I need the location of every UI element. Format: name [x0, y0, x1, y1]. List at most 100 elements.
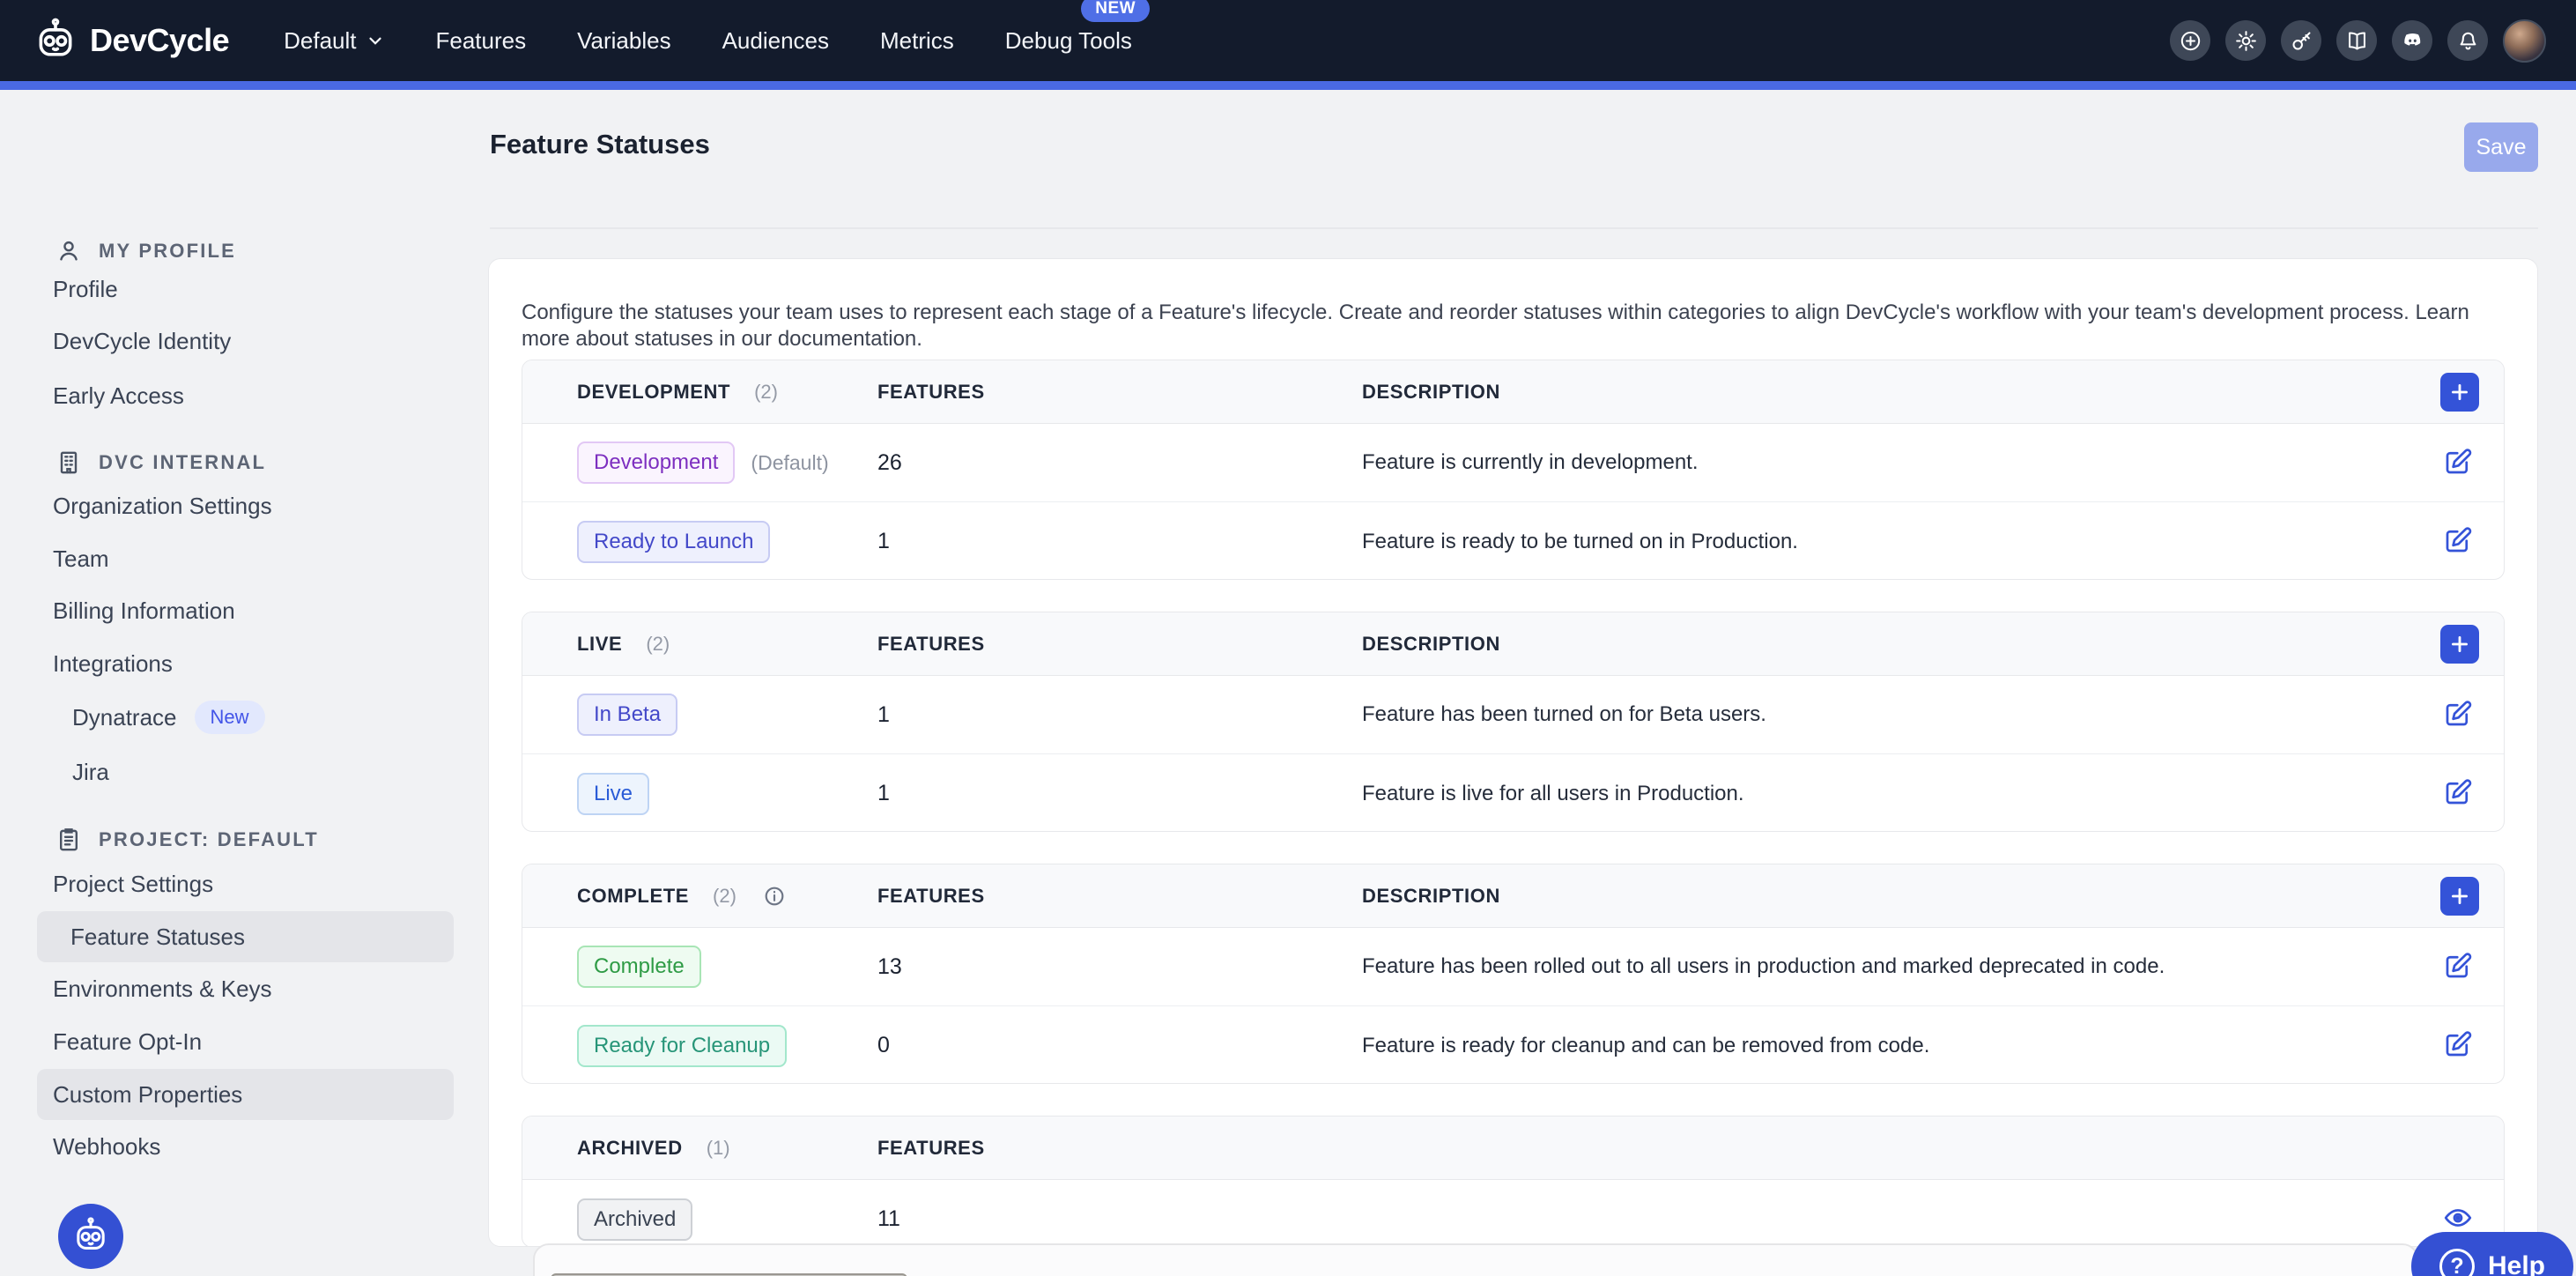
edit-status-button[interactable] — [2440, 776, 2476, 812]
section-name: DEVELOPMENT — [577, 381, 730, 404]
nav-item-audiences[interactable]: Audiences — [722, 27, 829, 55]
edit-status-button[interactable] — [2440, 524, 2476, 560]
sidebar-item-organization-settings[interactable]: Organization Settings — [53, 480, 272, 531]
nav-item-debug-tools[interactable]: NEW Debug Tools — [1005, 27, 1132, 55]
pencil-icon — [2442, 1028, 2474, 1060]
robot-icon — [70, 1216, 111, 1257]
bottom-cutoff-panel — [533, 1243, 2418, 1276]
chevron-down-icon — [366, 31, 385, 50]
save-button[interactable]: Save — [2464, 122, 2538, 172]
add-status-button[interactable] — [2440, 373, 2479, 412]
sidebar-item-team[interactable]: Team — [53, 533, 109, 584]
help-label: Help — [2488, 1251, 2545, 1276]
feature-count: 13 — [877, 954, 902, 979]
section-count: (2) — [754, 381, 778, 404]
discord-icon[interactable] — [2392, 20, 2432, 61]
section-development-header: DEVELOPMENT (2) FEATURES DESCRIPTION — [522, 360, 2504, 424]
edit-status-button[interactable] — [2440, 445, 2476, 480]
new-badge: NEW — [1081, 0, 1150, 22]
add-status-button[interactable] — [2440, 877, 2479, 916]
description-column-header: DESCRIPTION — [1362, 381, 1500, 403]
sidebar-item-custom-properties[interactable]: Custom Properties — [37, 1069, 454, 1120]
section-name: ARCHIVED — [577, 1137, 683, 1160]
feature-count: 11 — [877, 1206, 900, 1231]
key-icon[interactable] — [2281, 20, 2321, 61]
status-badge: Archived — [577, 1198, 692, 1241]
user-icon — [55, 237, 83, 265]
nav-item-variables[interactable]: Variables — [577, 27, 670, 55]
table-row: Ready to Launch 1 Feature is ready to be… — [522, 502, 2504, 580]
new-pill: New — [195, 701, 265, 734]
sidebar: MY PROFILE Profile DevCycle Identity Ear… — [0, 90, 476, 1276]
feature-count: 1 — [877, 702, 890, 727]
brand-name: DevCycle — [90, 22, 229, 59]
edit-status-button[interactable] — [2440, 949, 2476, 984]
org-selector[interactable]: Default — [284, 27, 384, 55]
status-description: Feature has been rolled out to all users… — [1362, 954, 2165, 978]
default-suffix: (Default) — [751, 451, 828, 475]
top-navbar: DevCycle Default Features Variables Audi… — [0, 0, 2576, 81]
table-row: Development(Default) 26 Feature is curre… — [522, 424, 2504, 502]
nav-icon-group — [2170, 19, 2546, 63]
intro-text: Configure the statuses your team uses to… — [522, 300, 2506, 352]
table-row: In Beta 1 Feature has been turned on for… — [522, 676, 2504, 754]
building-icon — [55, 449, 83, 477]
section-development: DEVELOPMENT (2) FEATURES DESCRIPTION Deve… — [522, 360, 2505, 580]
sidebar-item-integrations[interactable]: Integrations — [53, 638, 173, 689]
pencil-icon — [2442, 698, 2474, 730]
features-column-header: FEATURES — [877, 381, 985, 403]
book-icon[interactable] — [2336, 20, 2377, 61]
section-archived: ARCHIVED (1) FEATURES Archived 11 — [522, 1116, 2505, 1247]
section-count: (2) — [646, 633, 670, 656]
user-avatar[interactable] — [2503, 19, 2546, 63]
gear-icon[interactable] — [2225, 20, 2266, 61]
sidebar-item-feature-opt-in[interactable]: Feature Opt-In — [53, 1016, 202, 1067]
plus-circle-icon[interactable] — [2170, 20, 2210, 61]
section-count: (2) — [713, 885, 737, 908]
plus-icon — [2448, 885, 2471, 908]
sidebar-item-billing-information[interactable]: Billing Information — [53, 585, 235, 636]
section-count: (1) — [707, 1137, 730, 1160]
plus-icon — [2448, 633, 2471, 656]
sidebar-heading-my-profile: MY PROFILE — [55, 236, 236, 266]
sidebar-item-dynatrace[interactable]: Dynatrace New — [72, 692, 265, 743]
table-row: Ready for Cleanup 0 Feature is ready for… — [522, 1006, 2504, 1084]
brand-logo[interactable]: DevCycle — [32, 17, 229, 64]
add-status-button[interactable] — [2440, 625, 2479, 664]
info-icon[interactable] — [763, 885, 786, 908]
eye-icon — [2442, 1202, 2474, 1234]
sidebar-item-profile[interactable]: Profile — [53, 263, 118, 315]
help-button[interactable]: ? Help — [2411, 1232, 2573, 1276]
sidebar-item-feature-statuses[interactable]: Feature Statuses — [37, 911, 454, 962]
features-column-header: FEATURES — [877, 885, 985, 907]
accent-bar — [0, 81, 2576, 90]
feature-count: 1 — [877, 529, 890, 553]
nav-item-features[interactable]: Features — [436, 27, 527, 55]
sidebar-item-devcycle-identity[interactable]: DevCycle Identity — [53, 315, 231, 367]
feature-count: 0 — [877, 1033, 890, 1057]
devcycle-assistant-fab[interactable] — [58, 1204, 123, 1269]
pencil-icon — [2442, 524, 2474, 556]
edit-status-button[interactable] — [2440, 697, 2476, 732]
features-column-header: FEATURES — [877, 1137, 985, 1159]
status-badge: Complete — [577, 946, 701, 988]
sidebar-item-environments-keys[interactable]: Environments & Keys — [53, 963, 272, 1014]
feature-count: 26 — [877, 450, 902, 475]
section-live: LIVE(2) FEATURES DESCRIPTION In Beta 1 F… — [522, 612, 2505, 832]
status-badge: Ready for Cleanup — [577, 1025, 787, 1067]
table-row: Live 1 Feature is live for all users in … — [522, 754, 2504, 832]
feature-count: 1 — [877, 781, 890, 805]
sidebar-item-project-settings[interactable]: Project Settings — [53, 858, 213, 909]
plus-icon — [2448, 381, 2471, 404]
edit-status-button[interactable] — [2440, 1028, 2476, 1064]
status-description: Feature is ready for cleanup and can be … — [1362, 1034, 1929, 1057]
nav-item-metrics[interactable]: Metrics — [880, 27, 954, 55]
sidebar-item-webhooks[interactable]: Webhooks — [53, 1121, 160, 1172]
status-badge: In Beta — [577, 694, 677, 736]
pencil-icon — [2442, 776, 2474, 808]
status-description: Feature is live for all users in Product… — [1362, 782, 1744, 805]
sidebar-item-jira[interactable]: Jira — [72, 746, 109, 798]
bell-icon[interactable] — [2447, 20, 2488, 61]
description-column-header: DESCRIPTION — [1362, 633, 1500, 655]
sidebar-item-early-access[interactable]: Early Access — [53, 370, 184, 421]
